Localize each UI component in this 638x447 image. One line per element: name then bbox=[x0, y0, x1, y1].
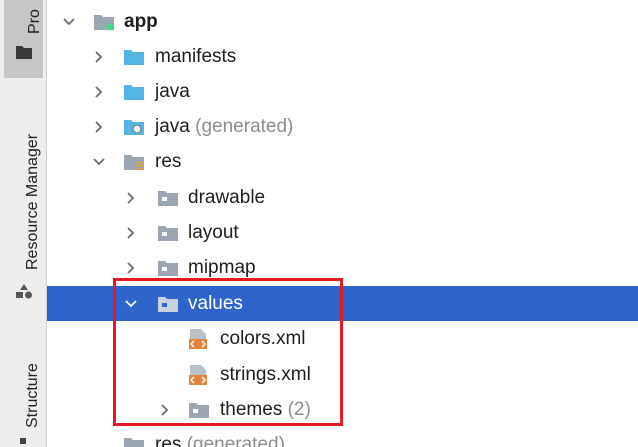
generated-suffix: (generated) bbox=[195, 115, 294, 137]
tree-item-res[interactable]: res bbox=[47, 144, 638, 179]
chevron-right-icon[interactable] bbox=[123, 190, 139, 206]
generated-suffix: (generated) bbox=[186, 433, 285, 447]
project-tab-label: Pro bbox=[26, 9, 43, 34]
folder-icon bbox=[124, 49, 144, 65]
chevron-right-icon[interactable] bbox=[91, 119, 107, 135]
module-folder-icon bbox=[94, 14, 114, 30]
folder-icon bbox=[158, 260, 178, 276]
chevron-right-icon[interactable] bbox=[123, 260, 139, 276]
folder-icon bbox=[124, 437, 144, 447]
structure-icon bbox=[20, 438, 26, 444]
tool-window-strip: Pro Resource Manager Structure bbox=[0, 0, 47, 447]
chevron-down-icon[interactable] bbox=[91, 154, 107, 170]
project-tree: app manifests java java (generated) res … bbox=[47, 0, 638, 447]
tree-item-label: drawable bbox=[188, 186, 266, 208]
tree-item-java[interactable]: java bbox=[47, 74, 638, 109]
folder-icon bbox=[158, 225, 178, 241]
tree-item-layout[interactable]: layout bbox=[47, 215, 638, 250]
chevron-down-icon[interactable] bbox=[61, 14, 77, 30]
structure-tab[interactable]: Structure bbox=[24, 363, 42, 428]
tree-item-app[interactable]: app bbox=[47, 4, 638, 39]
tree-item-label: res bbox=[155, 150, 182, 172]
highlight-annotation-box bbox=[113, 278, 343, 426]
folder-icon bbox=[158, 190, 178, 206]
tree-item-label: java bbox=[155, 80, 190, 102]
tree-item-drawable[interactable]: drawable bbox=[47, 180, 638, 215]
resource-folder-icon bbox=[124, 154, 144, 170]
chevron-right-icon[interactable] bbox=[123, 225, 139, 241]
resource-manager-tab[interactable]: Resource Manager bbox=[24, 134, 42, 270]
chevron-right-icon[interactable] bbox=[91, 84, 107, 100]
tree-item-label: app bbox=[124, 10, 158, 32]
project-folder-icon bbox=[16, 46, 32, 59]
tree-item-manifests[interactable]: manifests bbox=[47, 39, 638, 74]
project-tab[interactable]: Pro bbox=[4, 0, 43, 78]
tree-item-label: res (generated) bbox=[155, 434, 285, 447]
tree-item-label: mipmap bbox=[188, 256, 256, 278]
tree-item-res-generated[interactable]: res (generated) bbox=[47, 427, 638, 447]
tree-item-java-generated[interactable]: java (generated) bbox=[47, 109, 638, 144]
folder-icon bbox=[124, 84, 144, 100]
generated-folder-icon bbox=[124, 119, 144, 135]
resource-manager-icon bbox=[16, 284, 32, 299]
chevron-right-icon[interactable] bbox=[91, 49, 107, 65]
tree-item-label: manifests bbox=[155, 45, 237, 67]
tree-item-label: layout bbox=[188, 221, 239, 243]
tree-item-label: java (generated) bbox=[155, 115, 294, 137]
